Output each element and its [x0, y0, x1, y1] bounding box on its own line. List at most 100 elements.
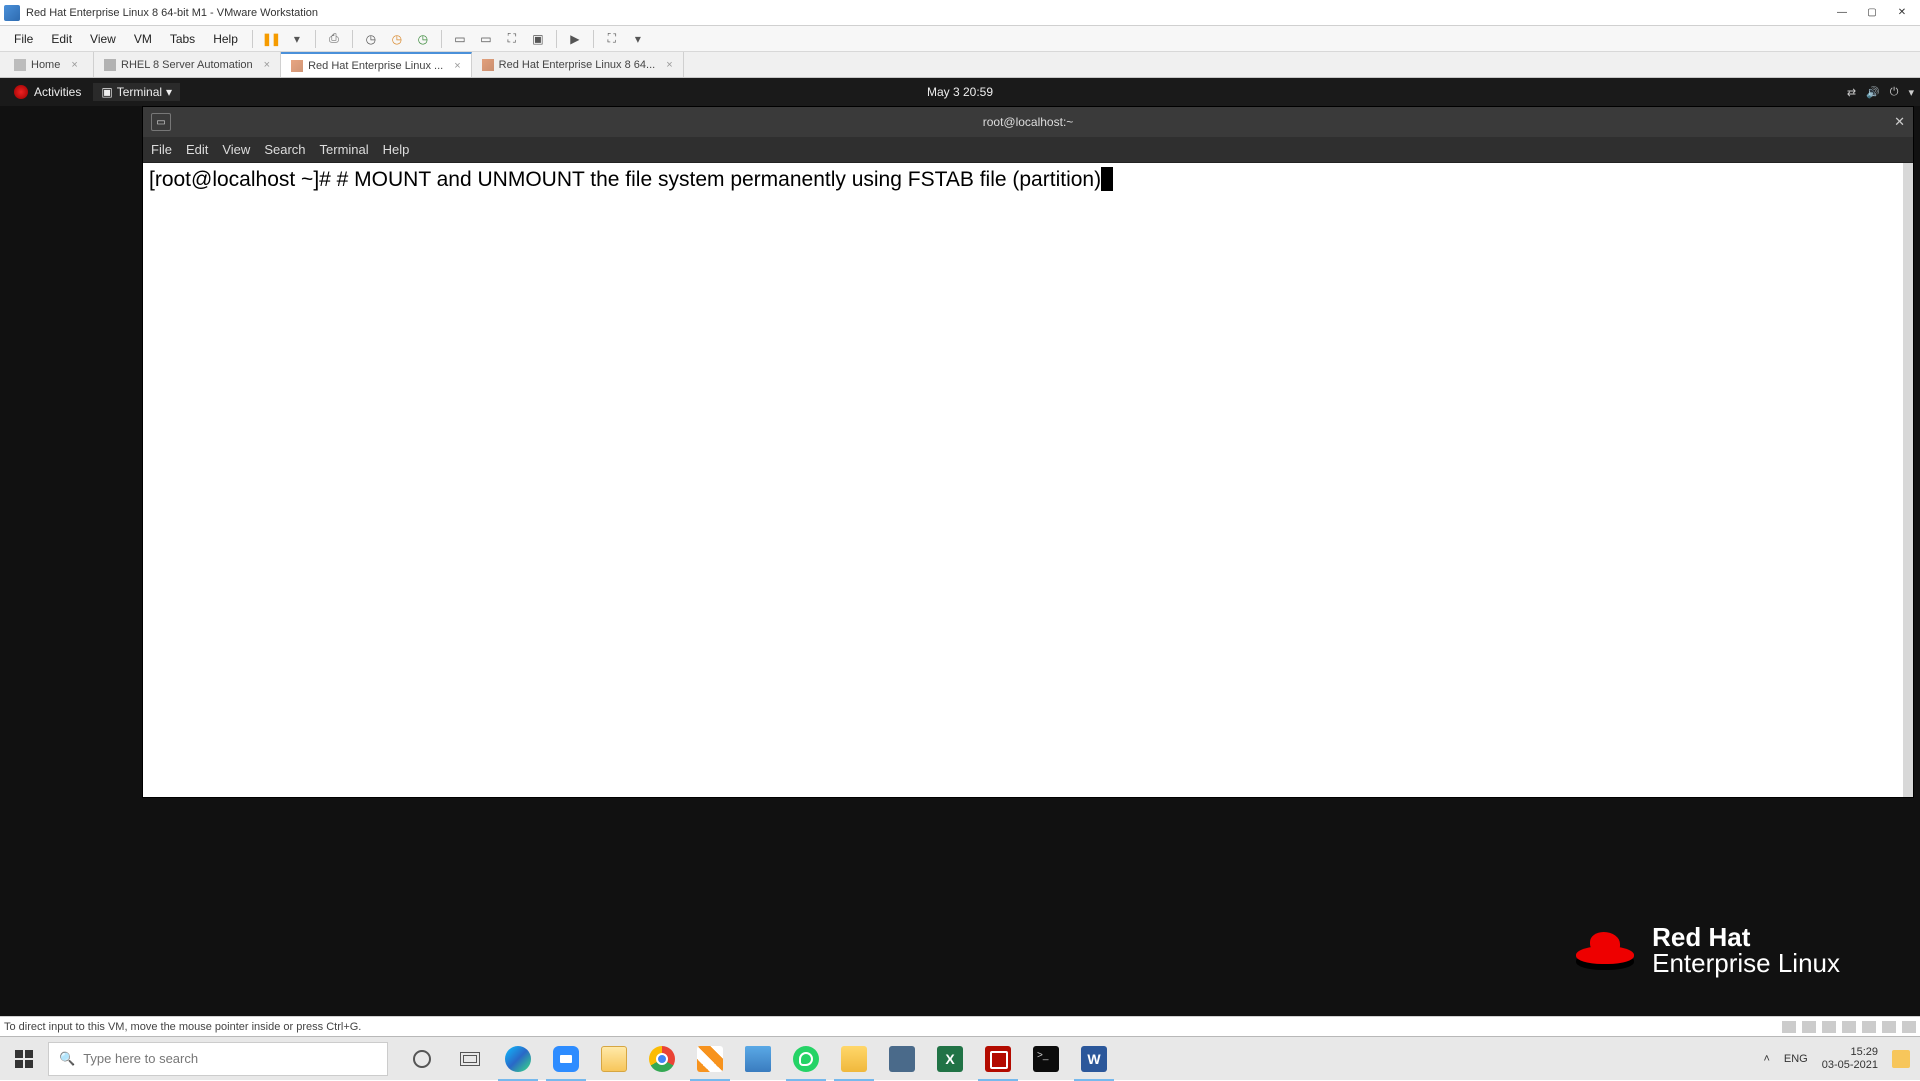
fullscreen-dropdown-icon[interactable]: ▾	[626, 29, 650, 49]
taskbar-explorer[interactable]	[590, 1037, 638, 1081]
device-icon[interactable]	[1822, 1021, 1836, 1033]
taskbar-chrome[interactable]	[638, 1037, 686, 1081]
rhel-logo-line2: Enterprise Linux	[1652, 950, 1840, 976]
revert-snapshot-icon[interactable]: ◷	[385, 29, 409, 49]
minimize-button[interactable]: —	[1828, 4, 1856, 22]
tab-rhel8-automation[interactable]: RHEL 8 Server Automation ×	[94, 52, 281, 77]
device-icon[interactable]	[1862, 1021, 1876, 1033]
term-menu-terminal[interactable]: Terminal	[320, 142, 369, 157]
taskbar-folder[interactable]	[734, 1037, 782, 1081]
tab-label: RHEL 8 Server Automation	[121, 59, 253, 71]
console-icon[interactable]: ▶	[563, 29, 587, 49]
layout-icon-2[interactable]: ▭	[474, 29, 498, 49]
tab-label: Home	[31, 59, 60, 71]
cursor-icon	[1101, 167, 1113, 191]
taskbar-vmware[interactable]	[686, 1037, 734, 1081]
device-icon[interactable]	[1882, 1021, 1896, 1033]
unity-icon[interactable]: ▣	[526, 29, 550, 49]
menu-vm[interactable]: VM	[126, 30, 160, 48]
snapshot-icon[interactable]: ◷	[359, 29, 383, 49]
task-view-button[interactable]	[446, 1037, 494, 1081]
zoom-icon	[553, 1046, 579, 1072]
cortana-button[interactable]	[398, 1037, 446, 1081]
power-icon[interactable]: ⏻	[1890, 86, 1899, 99]
taskbar-cmd[interactable]	[1022, 1037, 1070, 1081]
menu-edit[interactable]: Edit	[43, 30, 80, 48]
taskbar-word[interactable]	[1070, 1037, 1118, 1081]
search-box[interactable]: 🔍 Type here to search	[48, 1042, 388, 1076]
taskbar-pdf[interactable]	[974, 1037, 1022, 1081]
taskbar-folder2[interactable]	[830, 1037, 878, 1081]
cmd-icon	[1033, 1046, 1059, 1072]
tab-close-icon[interactable]: ×	[454, 60, 460, 72]
cortana-icon	[413, 1050, 431, 1068]
menu-file[interactable]: File	[6, 30, 41, 48]
tray-language[interactable]: ENG	[1784, 1053, 1808, 1065]
terminal-body[interactable]: [root@localhost ~]# # MOUNT and UNMOUNT …	[143, 163, 1913, 797]
close-button[interactable]: ✕	[1888, 4, 1916, 22]
taskbar-whatsapp[interactable]	[782, 1037, 830, 1081]
system-tray: ˄ ENG 15:29 03-05-2021	[1753, 1046, 1920, 1070]
volume-icon[interactable]: 🔊	[1866, 86, 1880, 99]
tab-rhel-active[interactable]: Red Hat Enterprise Linux ... ×	[281, 52, 472, 77]
menu-help[interactable]: Help	[205, 30, 246, 48]
whatsapp-icon	[793, 1046, 819, 1072]
edge-icon	[505, 1046, 531, 1072]
term-menu-view[interactable]: View	[222, 142, 250, 157]
tab-rhel8-64[interactable]: Red Hat Enterprise Linux 8 64... ×	[472, 52, 684, 77]
terminal-menubar: File Edit View Search Terminal Help	[143, 137, 1913, 163]
layout-icon-3[interactable]: ⛶	[500, 29, 524, 49]
menu-tabs[interactable]: Tabs	[162, 30, 203, 48]
menu-view[interactable]: View	[82, 30, 124, 48]
term-menu-file[interactable]: File	[151, 142, 172, 157]
tab-close-icon[interactable]: ×	[71, 59, 77, 71]
terminal-title: root@localhost:~	[983, 115, 1074, 129]
terminal-icon: ▣	[101, 85, 112, 99]
layout-icon-1[interactable]: ▭	[448, 29, 472, 49]
device-icon[interactable]	[1802, 1021, 1816, 1033]
term-menu-search[interactable]: Search	[264, 142, 305, 157]
fullscreen-icon[interactable]: ⛶	[600, 29, 624, 49]
system-dropdown-icon[interactable]: ▾	[1908, 86, 1914, 99]
vmware-app-icon	[4, 5, 20, 21]
gnome-topbar: Activities ▣ Terminal ▾ May 3 20:59 ⇄ 🔊 …	[0, 78, 1920, 106]
device-icon[interactable]	[1782, 1021, 1796, 1033]
windows-logo-icon	[15, 1050, 33, 1068]
tab-home[interactable]: Home ×	[4, 52, 94, 77]
pause-vm-icon[interactable]: ❚❚	[259, 29, 283, 49]
tab-close-icon[interactable]: ×	[666, 59, 672, 71]
taskbar-edge[interactable]	[494, 1037, 542, 1081]
terminal-close-icon[interactable]: ✕	[1894, 114, 1905, 130]
taskbar-excel[interactable]	[926, 1037, 974, 1081]
device-icon[interactable]	[1842, 1021, 1856, 1033]
gnome-desktop[interactable]: Activities ▣ Terminal ▾ May 3 20:59 ⇄ 🔊 …	[0, 78, 1920, 1016]
power-dropdown-icon[interactable]: ▾	[285, 29, 309, 49]
activities-button[interactable]: Activities	[6, 85, 89, 99]
maximize-button[interactable]: ▢	[1858, 4, 1886, 22]
terminal-titlebar[interactable]: ▭ root@localhost:~ ✕	[143, 107, 1913, 137]
app-indicator-terminal[interactable]: ▣ Terminal ▾	[93, 83, 180, 101]
device-icon[interactable]	[1902, 1021, 1916, 1033]
send-ctrl-alt-del-icon[interactable]: ⎙	[322, 29, 346, 49]
manage-snapshots-icon[interactable]: ◷	[411, 29, 435, 49]
vm-icon	[104, 59, 116, 71]
clock[interactable]: May 3 20:59	[927, 85, 993, 99]
taskbar-putty[interactable]	[878, 1037, 926, 1081]
start-button[interactable]	[0, 1037, 48, 1081]
vmware-window-title: Red Hat Enterprise Linux 8 64-bit M1 - V…	[26, 7, 1828, 19]
scrollbar[interactable]	[1903, 163, 1913, 797]
word-icon	[1081, 1046, 1107, 1072]
notifications-icon[interactable]	[1892, 1050, 1910, 1068]
search-icon: 🔍	[59, 1051, 75, 1067]
rhel-logo-line1: Red Hat	[1652, 924, 1840, 950]
tray-overflow-icon[interactable]: ˄	[1763, 1053, 1769, 1065]
term-menu-help[interactable]: Help	[383, 142, 410, 157]
term-menu-edit[interactable]: Edit	[186, 142, 208, 157]
dropdown-icon: ▾	[166, 85, 172, 99]
new-tab-icon[interactable]: ▭	[151, 113, 171, 131]
taskbar-zoom[interactable]	[542, 1037, 590, 1081]
tab-close-icon[interactable]: ×	[264, 59, 270, 71]
vm-icon	[482, 59, 494, 71]
network-icon[interactable]: ⇄	[1847, 86, 1856, 99]
tray-clock[interactable]: 15:29 03-05-2021	[1822, 1046, 1878, 1070]
